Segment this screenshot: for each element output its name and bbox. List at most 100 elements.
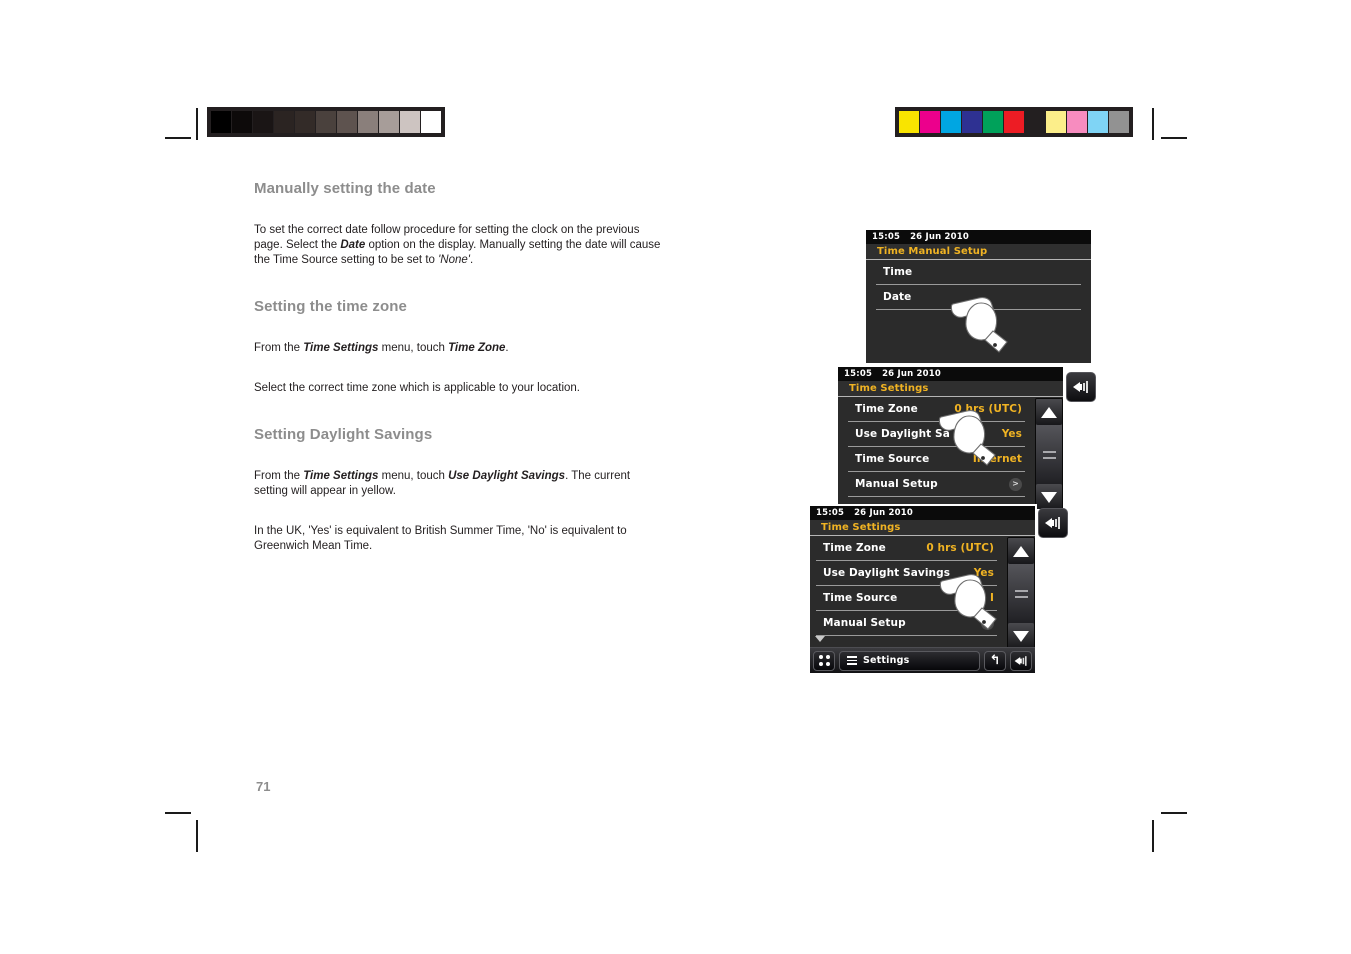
grip-line [1042, 450, 1056, 453]
menu-item-manual-setup[interactable]: Manual Setup > [848, 472, 1025, 497]
color-swatch [400, 111, 420, 133]
grid-apps-icon [818, 655, 830, 666]
crop-mark-bottom-left-vertical [196, 820, 198, 852]
paragraph: To set the correct date follow procedure… [254, 224, 661, 266]
menu-item-manual-setup[interactable]: Manual Setup > [816, 611, 997, 636]
volume-button[interactable] [1010, 650, 1032, 671]
scrollbar-screen3[interactable] [1007, 537, 1035, 650]
status-bar: 15:05 26 Jun 2010 [866, 230, 1091, 244]
menu-item-use-daylight-savings[interactable]: Use Daylight Sa Yes [848, 422, 1025, 447]
status-time: 15:05 [844, 369, 873, 379]
color-swatch [1046, 111, 1066, 133]
status-date: 26 Jun 2010 [910, 232, 969, 242]
hamburger-menu-icon [847, 656, 857, 665]
menu-item-value: Internet [972, 453, 1022, 465]
triangle-up-icon [1013, 545, 1029, 557]
back-button[interactable]: ↰ [984, 650, 1006, 671]
grip-line [1014, 589, 1028, 592]
settings-button-label: Settings [863, 655, 910, 666]
section-heading: Setting the time zone [254, 298, 407, 315]
color-swatch [1109, 111, 1129, 133]
scroll-thumb[interactable] [1036, 425, 1062, 484]
speaker-volume-icon [1073, 381, 1089, 393]
scroll-down-button[interactable] [1036, 484, 1062, 509]
menu-item-label: Time Zone [855, 403, 918, 415]
paragraph: From the Time Settings menu, touch Time … [254, 342, 509, 354]
crop-mark-top-left-horizontal [165, 137, 191, 139]
color-swatch [337, 111, 357, 133]
device-screenshot-time-settings-daylight: 15:05 26 Jun 2010 Time Settings Time Zon… [808, 504, 1037, 675]
volume-button-screen2[interactable] [1066, 372, 1096, 402]
menu-item-time-zone[interactable]: Time Zone 0 hrs (UTC) [816, 536, 997, 561]
screen-title: Time Manual Setup [866, 244, 1091, 260]
menu-item-label: Date [883, 291, 912, 303]
color-swatch [941, 111, 961, 133]
status-time: 15:05 [816, 508, 845, 518]
color-swatch [962, 111, 982, 133]
section-setting-the-time-zone: Setting the time zone From the Time Sett… [254, 298, 666, 396]
section-heading: Setting Daylight Savings [254, 426, 433, 443]
menu-item-value: 0 hrs (UTC) [954, 403, 1022, 415]
apps-grid-button[interactable] [813, 650, 835, 671]
volume-button-screen3[interactable] [1038, 508, 1068, 538]
screen-title: Time Settings [838, 381, 1063, 397]
color-swatch [1025, 111, 1045, 133]
menu-item-value: I [989, 592, 994, 604]
color-swatch [983, 111, 1003, 133]
article-text-column: Manually setting the date To set the cor… [254, 180, 666, 584]
chevron-right-icon[interactable]: > [1009, 477, 1022, 491]
menu-item-label: Time Source [823, 592, 898, 604]
crop-mark-top-left-vertical [196, 108, 198, 140]
crop-mark-bottom-right-vertical [1152, 820, 1154, 852]
crop-mark-top-right-horizontal [1161, 137, 1187, 139]
menu-list: Time Date [866, 260, 1091, 310]
menu-list: Time Zone 0 hrs (UTC) Use Daylight Sa Ye… [838, 397, 1063, 497]
chevron-right-icon[interactable]: > [981, 616, 994, 630]
status-bar: 15:05 26 Jun 2010 [810, 506, 1035, 520]
grayscale-calibration-strip [207, 107, 445, 137]
menu-list: Time Zone 0 hrs (UTC) Use Daylight Savin… [810, 536, 1035, 636]
more-items-indicator-icon [815, 636, 825, 642]
menu-item-use-daylight-savings[interactable]: Use Daylight Savings Yes [816, 561, 997, 586]
menu-item-label: Use Daylight Sa [855, 428, 950, 440]
section-setting-daylight-savings: Setting Daylight Savings From the Time S… [254, 426, 666, 554]
triangle-up-icon [1041, 406, 1057, 418]
menu-item-date[interactable]: Date [876, 285, 1081, 310]
color-swatch [274, 111, 294, 133]
page-number: 71 [256, 779, 271, 794]
grip-line [1042, 456, 1056, 459]
paragraph: From the Time Settings menu, touch Use D… [254, 470, 631, 497]
paragraph: In the UK, 'Yes' is equivalent to Britis… [254, 525, 627, 552]
scroll-up-button[interactable] [1008, 538, 1034, 564]
menu-item-time-zone[interactable]: Time Zone 0 hrs (UTC) [848, 397, 1025, 422]
color-swatch [1088, 111, 1108, 133]
color-swatch [1004, 111, 1024, 133]
menu-item-time-source[interactable]: Time Source Internet [848, 447, 1025, 472]
menu-item-label: Manual Setup [823, 617, 906, 629]
scroll-up-button[interactable] [1036, 399, 1062, 425]
menu-item-value: 0 hrs (UTC) [926, 542, 994, 554]
menu-item-time[interactable]: Time [876, 260, 1081, 285]
grip-line [1014, 595, 1028, 598]
status-date: 26 Jun 2010 [882, 369, 941, 379]
crop-mark-bottom-left-horizontal [165, 812, 191, 814]
menu-item-time-source[interactable]: Time Source I [816, 586, 997, 611]
scroll-down-button[interactable] [1008, 623, 1034, 649]
paragraph: Select the correct time zone which is ap… [254, 382, 580, 394]
menu-item-label: Time [883, 266, 913, 278]
menu-item-value: Yes [973, 567, 994, 579]
section-heading: Manually setting the date [254, 180, 436, 197]
settings-menu-button[interactable]: Settings [839, 650, 980, 671]
color-swatch [295, 111, 315, 133]
color-swatch [316, 111, 336, 133]
menu-item-label: Time Zone [823, 542, 886, 554]
color-swatch [253, 111, 273, 133]
section-manually-setting-the-date: Manually setting the date To set the cor… [254, 180, 666, 268]
triangle-down-icon [1041, 491, 1057, 503]
color-swatch [379, 111, 399, 133]
scroll-thumb[interactable] [1008, 564, 1034, 623]
crop-mark-top-right-vertical [1152, 108, 1154, 140]
scrollbar-screen2[interactable] [1035, 398, 1063, 509]
status-time: 15:05 [872, 232, 901, 242]
device-screenshot-time-settings-timezone: 15:05 26 Jun 2010 Time Settings Time Zon… [836, 365, 1065, 511]
